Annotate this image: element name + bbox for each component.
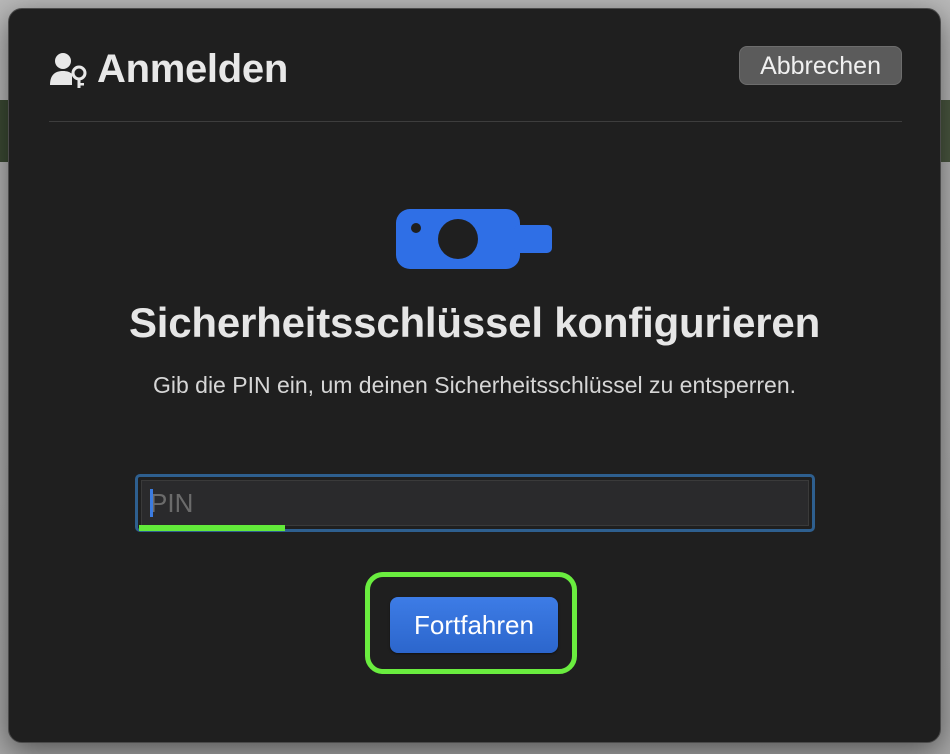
dialog-heading: Sicherheitsschlüssel konfigurieren <box>128 299 821 346</box>
pin-input[interactable] <box>141 480 809 526</box>
dialog-description: Gib die PIN ein, um deinen Sicherheitssc… <box>152 372 797 398</box>
title-group: Anmelden <box>49 47 288 92</box>
text-caret <box>150 489 153 517</box>
sign-in-dialog: Anmelden Abbrechen Sicherheitsschlüssel … <box>8 8 941 743</box>
pin-highlight-underline <box>139 525 285 531</box>
background-image-right <box>940 100 950 162</box>
header-divider <box>49 121 902 122</box>
dialog-title: Anmelden <box>97 47 288 91</box>
cancel-button[interactable]: Abbrechen <box>739 46 902 85</box>
user-key-icon <box>50 52 87 88</box>
pin-field-container <box>135 474 815 532</box>
continue-button[interactable]: Fortfahren <box>390 597 558 653</box>
dialog-header: Anmelden Abbrechen <box>49 43 902 103</box>
security-key-icon <box>396 209 552 269</box>
